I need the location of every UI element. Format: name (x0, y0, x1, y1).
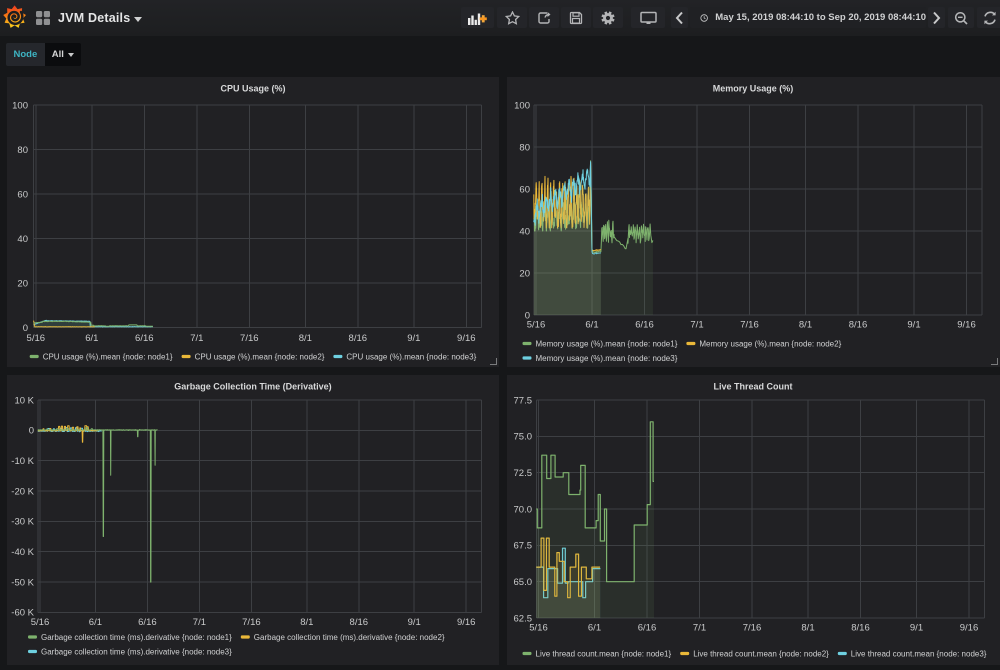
svg-text:6/16: 6/16 (135, 333, 154, 344)
svg-text:Live Thread Count: Live Thread Count (713, 382, 792, 392)
svg-text:6/1: 6/1 (585, 319, 598, 330)
svg-text:7/16: 7/16 (240, 333, 259, 344)
svg-text:8/16: 8/16 (349, 333, 368, 344)
svg-text:8/16: 8/16 (849, 319, 868, 330)
svg-text:10 K: 10 K (14, 395, 34, 406)
svg-text:5/16: 5/16 (27, 333, 46, 344)
svg-text:-30 K: -30 K (11, 517, 34, 528)
svg-text:7/16: 7/16 (242, 617, 261, 628)
svg-text:5/16: 5/16 (31, 617, 50, 628)
svg-text:7/1: 7/1 (690, 319, 703, 330)
svg-text:Memory Usage (%): Memory Usage (%) (713, 84, 794, 94)
svg-text:Garbage collection time (ms).d: Garbage collection time (ms).derivative … (41, 633, 232, 642)
svg-text:80: 80 (17, 145, 28, 156)
svg-text:Garbage collection time (ms).d: Garbage collection time (ms).derivative … (41, 648, 232, 657)
svg-text:60: 60 (17, 189, 28, 200)
svg-text:6/16: 6/16 (638, 622, 657, 633)
svg-text:7/1: 7/1 (193, 617, 206, 628)
svg-text:72.5: 72.5 (514, 468, 533, 479)
svg-text:9/1: 9/1 (907, 319, 920, 330)
svg-text:8/1: 8/1 (799, 319, 812, 330)
svg-text:7/1: 7/1 (693, 622, 706, 633)
svg-text:8/16: 8/16 (350, 617, 369, 628)
svg-text:20: 20 (519, 268, 530, 279)
svg-text:Memory usage (%).mean {node: n: Memory usage (%).mean {node: node2} (699, 340, 841, 349)
svg-text:9/16: 9/16 (960, 622, 979, 633)
svg-text:CPU usage (%).mean {node: node: CPU usage (%).mean {node: node2} (195, 353, 325, 362)
svg-text:5/16: 5/16 (529, 622, 548, 633)
svg-text:6/16: 6/16 (635, 319, 654, 330)
svg-text:40: 40 (17, 234, 28, 245)
svg-text:Garbage Collection Time (Deriv: Garbage Collection Time (Derivative) (174, 382, 331, 392)
svg-text:70.0: 70.0 (514, 504, 533, 515)
svg-text:40: 40 (519, 226, 530, 237)
svg-text:6/1: 6/1 (588, 622, 601, 633)
svg-text:8/1: 8/1 (300, 617, 313, 628)
svg-text:75.0: 75.0 (514, 432, 533, 443)
svg-text:9/16: 9/16 (457, 617, 476, 628)
svg-text:CPU usage (%).mean {node: node: CPU usage (%).mean {node: node1} (43, 353, 173, 362)
svg-text:Memory usage (%).mean {node: n: Memory usage (%).mean {node: node1} (536, 340, 678, 349)
svg-text:65.0: 65.0 (514, 577, 533, 588)
svg-text:5/16: 5/16 (527, 319, 546, 330)
svg-text:CPU usage (%).mean {node: node: CPU usage (%).mean {node: node3} (346, 353, 476, 362)
svg-text:9/16: 9/16 (957, 319, 976, 330)
svg-text:-50 K: -50 K (11, 577, 34, 588)
svg-text:6/1: 6/1 (89, 617, 102, 628)
svg-text:7/16: 7/16 (740, 319, 759, 330)
svg-text:9/1: 9/1 (910, 622, 923, 633)
svg-text:8/1: 8/1 (801, 622, 814, 633)
svg-text:Live thread count.mean {node:: Live thread count.mean {node: node2} (693, 650, 829, 659)
svg-text:Live thread count.mean {node:: Live thread count.mean {node: node1} (536, 650, 672, 659)
svg-text:8/16: 8/16 (851, 622, 870, 633)
svg-text:-40 K: -40 K (11, 547, 34, 558)
svg-text:9/1: 9/1 (407, 333, 420, 344)
svg-text:8/1: 8/1 (299, 333, 312, 344)
svg-text:7/1: 7/1 (190, 333, 203, 344)
svg-text:80: 80 (519, 142, 530, 153)
svg-text:Memory usage (%).mean {node: n: Memory usage (%).mean {node: node3} (536, 354, 678, 363)
svg-text:9/1: 9/1 (408, 617, 421, 628)
svg-text:-20 K: -20 K (11, 486, 34, 497)
svg-text:100: 100 (12, 100, 28, 111)
svg-text:6/16: 6/16 (138, 617, 157, 628)
svg-text:6/1: 6/1 (85, 333, 98, 344)
svg-text:100: 100 (514, 100, 530, 111)
svg-text:Live thread count.mean {node:: Live thread count.mean {node: node3} (851, 650, 987, 659)
svg-text:CPU Usage (%): CPU Usage (%) (220, 84, 285, 94)
svg-text:67.5: 67.5 (514, 541, 533, 552)
svg-text:9/16: 9/16 (457, 333, 476, 344)
svg-text:7/16: 7/16 (743, 622, 762, 633)
svg-text:0: 0 (29, 426, 34, 437)
svg-text:Garbage collection time (ms).d: Garbage collection time (ms).derivative … (254, 633, 445, 642)
svg-text:60: 60 (519, 184, 530, 195)
svg-text:-10 K: -10 K (11, 456, 34, 467)
svg-text:77.5: 77.5 (514, 395, 533, 406)
svg-text:20: 20 (17, 278, 28, 289)
